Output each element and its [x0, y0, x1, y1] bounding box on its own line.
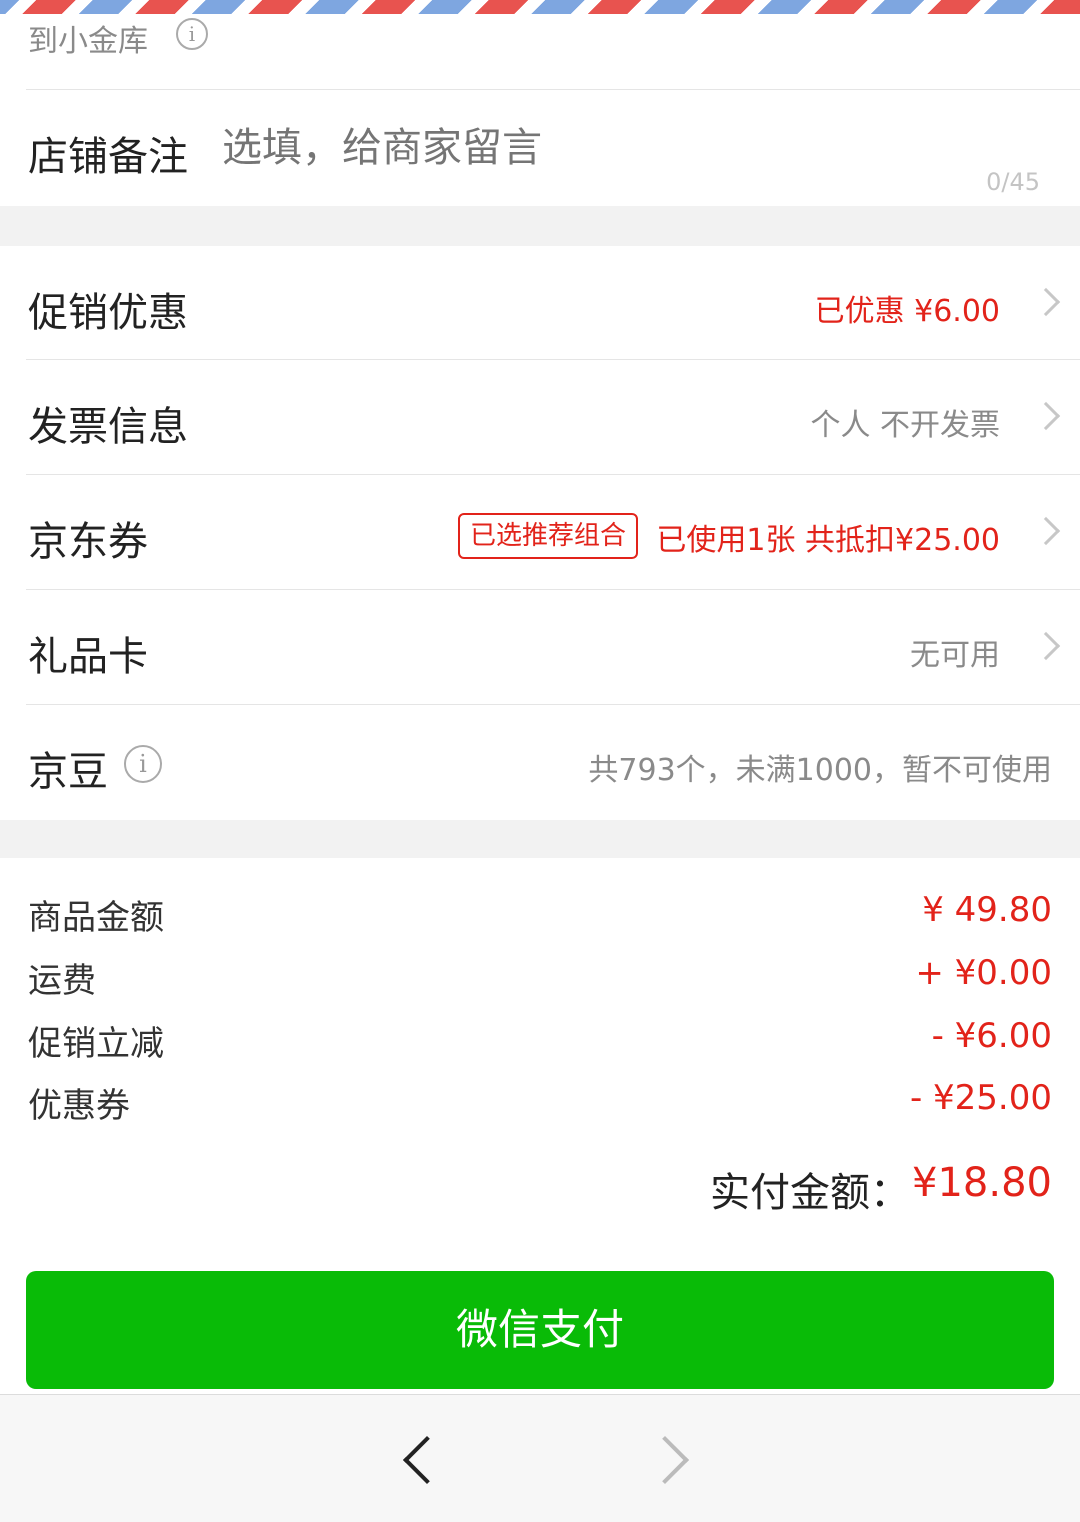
chevron-right-icon — [1031, 516, 1061, 546]
options-section: 促销优惠 已优惠 ¥6.00 发票信息 个人 不开发票 京东券 已选推荐组合 已… — [0, 246, 1080, 820]
airmail-border — [0, 0, 1080, 14]
promo-discount-value: - ¥6.00 — [931, 1016, 1052, 1056]
recommended-combo-badge: 已选推荐组合 — [457, 513, 638, 559]
chevron-right-icon — [1031, 401, 1061, 431]
coupon-value: 已使用1张 共抵扣¥25.00 — [656, 523, 1000, 558]
chevron-right-icon[interactable] — [640, 1435, 690, 1485]
chevron-right-icon — [1031, 287, 1061, 317]
coupon-discount-value: - ¥25.00 — [909, 1078, 1052, 1118]
xiaojinku-label: 到小金库 — [28, 24, 148, 59]
shipping-label: 运费 — [28, 961, 96, 1001]
total-value: ¥18.80 — [912, 1160, 1052, 1206]
promotion-value: 已优惠 ¥6.00 — [814, 294, 1000, 329]
gift-card-label: 礼品卡 — [28, 634, 148, 680]
total-label: 实付金额： — [710, 1170, 910, 1216]
promo-discount-label: 促销立减 — [28, 1024, 164, 1064]
shop-note-label: 店铺备注 — [28, 134, 188, 180]
info-icon[interactable]: i — [124, 745, 162, 783]
chevron-right-icon — [1031, 631, 1061, 661]
jd-beans-row: 京豆 i 共793个，未满1000，暂不可使用 — [0, 705, 1080, 820]
shop-note-row: 店铺备注 0/45 — [0, 90, 1080, 206]
invoice-label: 发票信息 — [28, 404, 188, 450]
gift-card-value: 无可用 — [910, 638, 1000, 673]
goods-amount-label: 商品金额 — [28, 898, 164, 938]
char-counter: 0/45 — [986, 168, 1040, 196]
coupon-discount-label: 优惠券 — [28, 1086, 130, 1126]
shop-note-input[interactable] — [222, 120, 1002, 176]
invoice-row[interactable]: 发票信息 个人 不开发票 — [0, 360, 1080, 475]
wechat-pay-button[interactable]: 微信支付 — [26, 1271, 1054, 1389]
xiaojinku-row[interactable]: 到小金库 i — [0, 14, 1080, 88]
invoice-value: 个人 不开发票 — [810, 408, 1000, 443]
coupon-row[interactable]: 京东券 已选推荐组合 已使用1张 共抵扣¥25.00 — [0, 475, 1080, 590]
promotion-label: 促销优惠 — [28, 290, 188, 336]
info-icon[interactable]: i — [176, 18, 208, 50]
gift-card-row[interactable]: 礼品卡 无可用 — [0, 590, 1080, 705]
browser-toolbar — [0, 1394, 1080, 1522]
chevron-left-icon[interactable] — [402, 1435, 452, 1485]
jd-beans-label: 京豆 — [28, 749, 108, 795]
promotion-row[interactable]: 促销优惠 已优惠 ¥6.00 — [0, 246, 1080, 360]
jd-beans-value: 共793个，未满1000，暂不可使用 — [588, 753, 1052, 788]
note-section: 到小金库 i 店铺备注 0/45 — [0, 14, 1080, 206]
coupon-label: 京东券 — [28, 519, 148, 565]
shipping-value: + ¥0.00 — [915, 953, 1052, 993]
goods-amount-value: ¥ 49.80 — [922, 890, 1052, 930]
